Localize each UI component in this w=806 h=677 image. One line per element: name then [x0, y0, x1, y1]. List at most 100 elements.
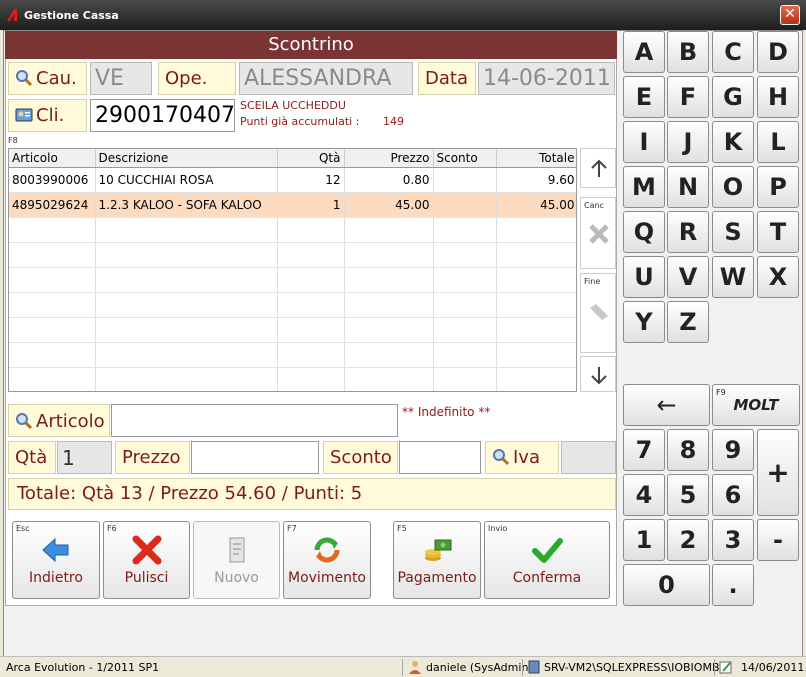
sconto-input[interactable]: [399, 441, 481, 474]
key-t[interactable]: T: [757, 211, 799, 253]
articolo-lookup-button[interactable]: Articolo: [8, 404, 110, 437]
cell-qta: 12: [277, 167, 345, 193]
key-n[interactable]: N: [667, 166, 709, 208]
key-h[interactable]: H: [757, 76, 799, 118]
key-x[interactable]: X: [757, 256, 799, 298]
empty-row: [9, 217, 576, 243]
key-v[interactable]: V: [667, 256, 709, 298]
key-j[interactable]: J: [667, 121, 709, 163]
iva-input[interactable]: [561, 441, 616, 474]
fine-button[interactable]: Fine: [580, 273, 616, 353]
key-6[interactable]: 6: [712, 474, 754, 516]
data-label: Data: [418, 62, 476, 95]
shortcut-key: Invio: [488, 524, 508, 533]
shortcut-key: F6: [107, 524, 117, 533]
cau-field[interactable]: VE: [90, 62, 152, 95]
close-button[interactable]: ✕: [780, 5, 800, 25]
col-prezzo[interactable]: Prezzo: [344, 149, 434, 168]
col-qta[interactable]: Qtà: [277, 149, 345, 168]
key-c[interactable]: C: [712, 31, 754, 73]
scroll-down-button[interactable]: [580, 356, 616, 392]
fine-label: Fine: [584, 277, 601, 286]
money-icon: [425, 539, 452, 561]
key-i[interactable]: I: [623, 121, 665, 163]
minus-key[interactable]: -: [757, 519, 799, 561]
key-u[interactable]: U: [623, 256, 665, 298]
key-4[interactable]: 4: [623, 474, 665, 516]
col-descrizione[interactable]: Descrizione: [95, 149, 278, 168]
scroll-up-button[interactable]: [580, 148, 616, 188]
indietro-button[interactable]: Esc Indietro: [12, 521, 100, 599]
cli-field[interactable]: 2900170407: [90, 99, 235, 132]
status-app: Arca Evolution - 1/2011 SP1: [6, 661, 160, 674]
key-3[interactable]: 3: [712, 519, 754, 561]
cau-lookup-button[interactable]: Cau.: [8, 62, 87, 95]
status-server: SRV-VM2\SQLEXPRESS\IOBIOMBO: [544, 661, 728, 674]
app-logo-icon: [7, 9, 17, 21]
key-w[interactable]: W: [712, 256, 754, 298]
nuovo-button[interactable]: Nuovo: [193, 521, 280, 599]
empty-row: [9, 267, 576, 293]
totals-bar: Totale: Qtà 13 / Prezzo 54.60 / Punti: 5: [8, 478, 616, 510]
key-d[interactable]: D: [757, 31, 799, 73]
canc-button[interactable]: Canc: [580, 197, 616, 269]
key-r[interactable]: R: [667, 211, 709, 253]
key-b[interactable]: B: [667, 31, 709, 73]
articolo-input[interactable]: [111, 404, 398, 437]
key-q[interactable]: Q: [623, 211, 665, 253]
key-y[interactable]: Y: [623, 301, 665, 343]
col-totale[interactable]: Totale: [496, 149, 576, 168]
key-m[interactable]: M: [623, 166, 665, 208]
empty-row: [9, 367, 576, 391]
key-l[interactable]: L: [757, 121, 799, 163]
calendar-edit-icon: [719, 661, 732, 674]
key-g[interactable]: G: [712, 76, 754, 118]
key-z[interactable]: Z: [667, 301, 709, 343]
button-label: Indietro: [29, 570, 83, 586]
key-1[interactable]: 1: [623, 519, 665, 561]
conferma-button[interactable]: Invio Conferma: [484, 521, 610, 599]
canc-label: Canc: [584, 201, 604, 210]
key-f[interactable]: F: [667, 76, 709, 118]
key-9[interactable]: 9: [712, 429, 754, 471]
cell-sconto: [433, 167, 497, 193]
key-e[interactable]: E: [623, 76, 665, 118]
cell-sconto: [433, 192, 497, 218]
key-o[interactable]: O: [712, 166, 754, 208]
key-2[interactable]: 2: [667, 519, 709, 561]
ope-field[interactable]: ALESSANDRA: [239, 62, 413, 95]
col-sconto[interactable]: Sconto: [433, 149, 497, 168]
qta-input[interactable]: 1: [57, 441, 112, 474]
backspace-key[interactable]: ←: [623, 384, 710, 426]
table-row[interactable]: 8003990006 10 CUCCHIAI ROSA 12 0.80 9.60: [9, 167, 576, 193]
key-7[interactable]: 7: [623, 429, 665, 471]
shortcut-key: F7: [287, 524, 297, 533]
plus-key[interactable]: +: [757, 429, 799, 516]
key-0[interactable]: 0: [623, 564, 710, 606]
button-label: Pulisci: [124, 570, 169, 586]
key-k[interactable]: K: [712, 121, 754, 163]
cli-lookup-button[interactable]: Cli.: [8, 99, 87, 132]
key-5[interactable]: 5: [667, 474, 709, 516]
movimento-button[interactable]: F7 Movimento: [283, 521, 371, 599]
cell-prezzo: 0.80: [344, 167, 434, 193]
col-articolo[interactable]: Articolo: [9, 149, 96, 168]
pagamento-button[interactable]: F5 Pagamento: [393, 521, 481, 599]
key-s[interactable]: S: [712, 211, 754, 253]
key-a[interactable]: A: [623, 31, 665, 73]
pulisci-button[interactable]: F6 Pulisci: [103, 521, 190, 599]
key-8[interactable]: 8: [667, 429, 709, 471]
cell-articolo: 4895029624: [9, 192, 96, 218]
ope-label: Ope.: [158, 62, 236, 95]
key-p[interactable]: P: [757, 166, 799, 208]
prezzo-input[interactable]: [191, 441, 319, 474]
data-field[interactable]: 14-06-2011: [478, 62, 615, 95]
button-label: Conferma: [512, 570, 582, 586]
molt-key[interactable]: F9 MOLT: [712, 384, 800, 426]
cell-qta: 1: [277, 192, 345, 218]
key-dot[interactable]: .: [712, 564, 754, 606]
items-table[interactable]: Articolo Descrizione Qtà Prezzo Sconto T…: [8, 148, 577, 392]
empty-row: [9, 242, 576, 268]
table-row-selected[interactable]: 4895029624 1.2.3 KALOO - SOFA KALOO 1 45…: [9, 192, 576, 218]
iva-lookup-button[interactable]: Iva: [485, 441, 559, 474]
